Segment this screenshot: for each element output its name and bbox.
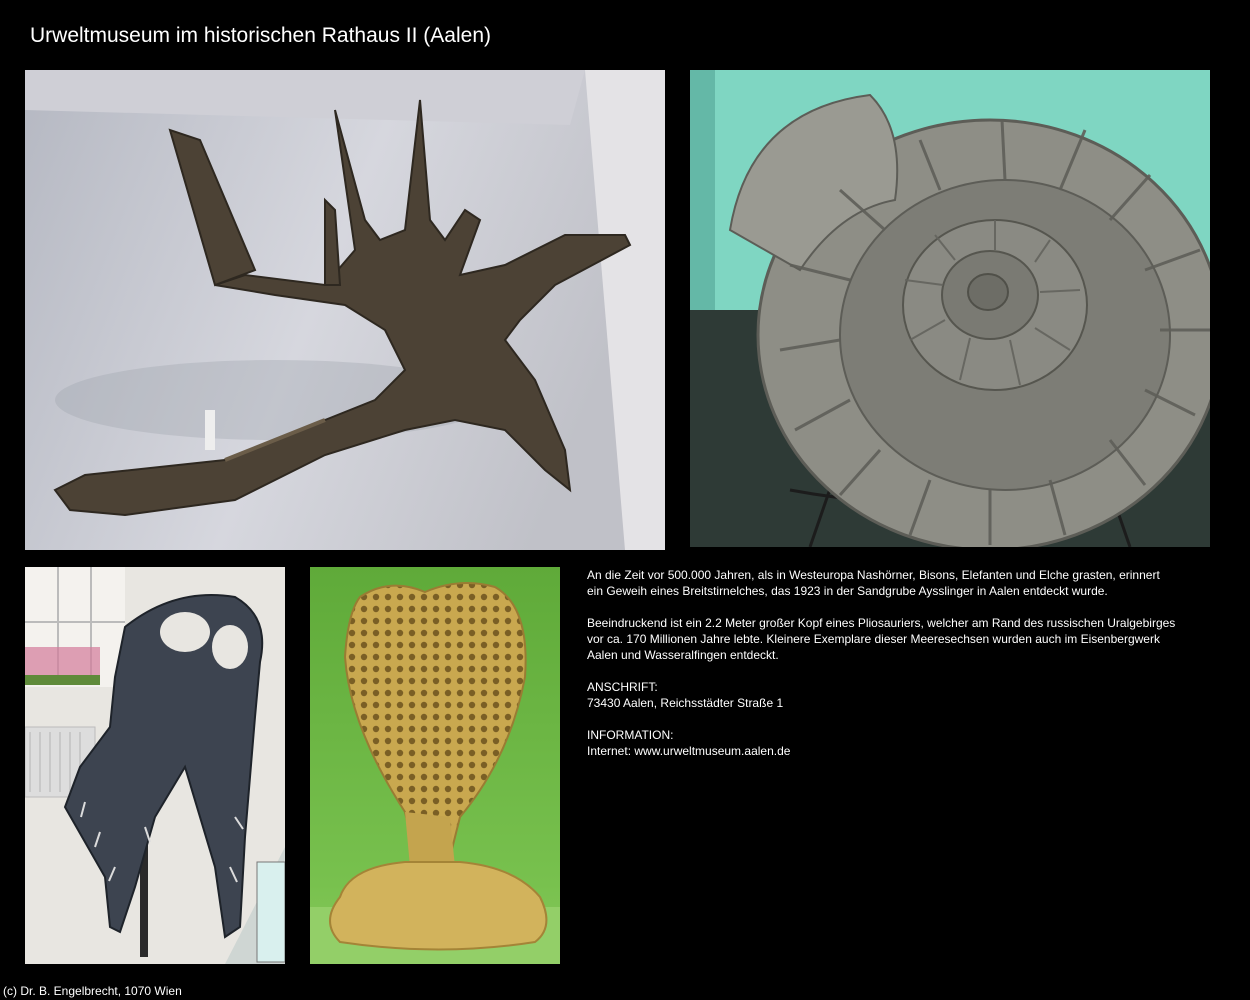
antler-image: [25, 70, 665, 550]
paragraph-antler: An die Zeit vor 500.000 Jahren, als in W…: [587, 567, 1197, 599]
copyright-notice: (c) Dr. B. Engelbrecht, 1070 Wien: [3, 984, 182, 998]
info-label: INFORMATION:: [587, 728, 674, 742]
text-line: Beeindruckend ist ein 2.2 Meter großer K…: [587, 616, 1176, 630]
page-title: Urweltmuseum im historischen Rathaus II …: [30, 24, 491, 47]
address-block: ANSCHRIFT: 73430 Aalen, Reichsstädter St…: [587, 679, 1197, 711]
address-label: ANSCHRIFT:: [587, 680, 658, 694]
info-website[interactable]: Internet: www.urweltmuseum.aalen.de: [587, 743, 1197, 759]
paragraph-pliosaur: Beeindruckend ist ein 2.2 Meter großer K…: [587, 615, 1197, 663]
text-line: Aalen und Wasseralfingen entdeckt.: [587, 648, 779, 662]
ammonite-image: [690, 70, 1210, 547]
coral-photo: [310, 567, 560, 964]
antler-photo: [25, 70, 665, 550]
pliosaur-photo: [25, 567, 285, 964]
text-line: An die Zeit vor 500.000 Jahren, als in W…: [587, 568, 1160, 582]
pliosaur-image: [25, 567, 285, 964]
info-block: INFORMATION: Internet: www.urweltmuseum.…: [587, 727, 1197, 759]
text-line: ein Geweih eines Breitstirnelches, das 1…: [587, 584, 1108, 598]
ammonite-photo: [690, 70, 1210, 547]
coral-image: [310, 567, 560, 964]
text-line: vor ca. 170 Millionen Jahre lebte. Klein…: [587, 632, 1160, 646]
description-text: An die Zeit vor 500.000 Jahren, als in W…: [587, 567, 1197, 775]
address-value: 73430 Aalen, Reichsstädter Straße 1: [587, 696, 784, 710]
